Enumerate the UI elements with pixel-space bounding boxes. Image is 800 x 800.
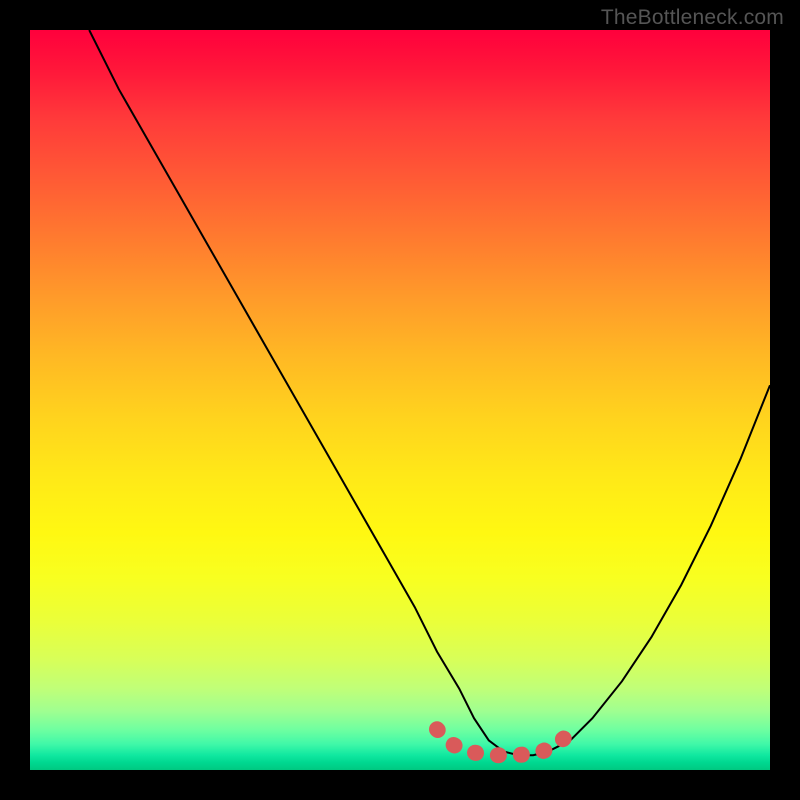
curve-highlight xyxy=(437,729,570,755)
plot-area xyxy=(30,30,770,770)
chart-frame: TheBottleneck.com xyxy=(0,0,800,800)
curve-layer xyxy=(30,30,770,770)
watermark-text: TheBottleneck.com xyxy=(601,6,784,30)
curve-main xyxy=(89,30,770,755)
